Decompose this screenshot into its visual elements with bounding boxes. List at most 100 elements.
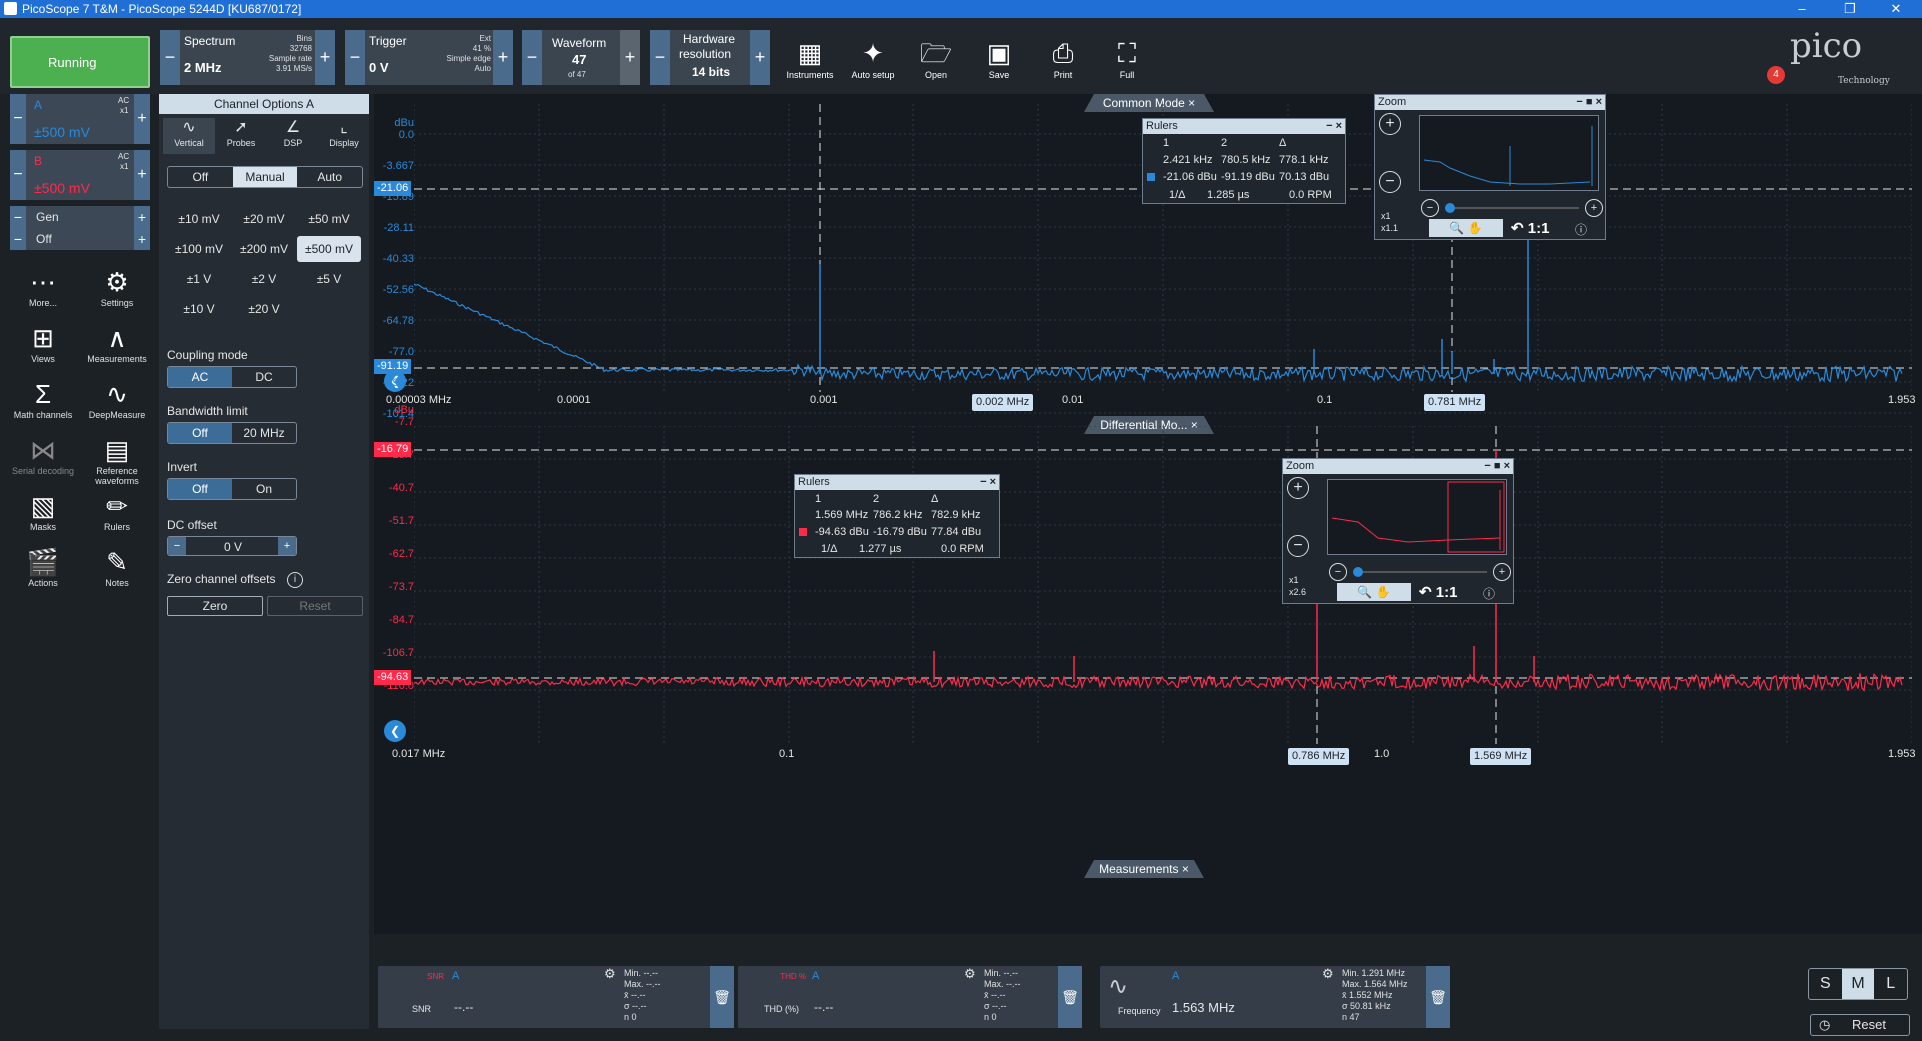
view1-ruler2-marker[interactable]: 0.781 MHz — [1424, 394, 1486, 411]
fullscreen-button[interactable]: ⛶ Full — [1097, 36, 1157, 80]
range-1v[interactable]: ±1 V — [167, 266, 231, 292]
spectrum-decrease-button[interactable]: − — [160, 30, 180, 85]
snr-settings-icon[interactable]: ⚙ — [604, 966, 616, 982]
measurements-reset-button[interactable]: ◷ Reset — [1810, 1014, 1910, 1036]
tab-dsp[interactable]: ∠ DSP — [267, 118, 319, 154]
restore-button[interactable]: ❐ — [1830, 0, 1870, 18]
zoom-overview-plot[interactable] — [1327, 479, 1507, 555]
hzoom-in-icon[interactable]: + — [1493, 563, 1511, 581]
range-20v[interactable]: ±20 V — [232, 296, 296, 322]
masks-button[interactable]: ▧ Masks — [8, 490, 78, 532]
range-10mv[interactable]: ±10 mV — [167, 206, 231, 232]
waveform-prev-button[interactable]: − — [522, 30, 542, 85]
coupling-dc[interactable]: DC — [232, 367, 296, 387]
range-5v[interactable]: ±5 V — [297, 266, 361, 292]
zoom-overview-plot[interactable] — [1419, 115, 1599, 191]
reference-waveforms-button[interactable]: ▤ Reference waveforms — [82, 434, 152, 486]
more-button[interactable]: ⋯ More... — [8, 266, 78, 308]
measurements-button[interactable]: ∧ Measurements — [82, 322, 152, 364]
measurement-snr[interactable]: SNR A SNR --.-- ⚙ Min. --.-- Max. --.-- … — [378, 966, 734, 1028]
zero-button[interactable]: Zero — [167, 596, 263, 616]
range-500mv[interactable]: ±500 mV — [297, 236, 361, 262]
measurement-thd[interactable]: THD % A THD (%) --.-- ⚙ Min. --.-- Max. … — [738, 966, 1082, 1028]
zoom-reset-icon[interactable]: ↶ 1:1 — [1419, 583, 1457, 601]
mode-auto[interactable]: Auto — [297, 167, 362, 187]
generator-increase[interactable]: + + — [134, 206, 150, 250]
serial-decoding-button[interactable]: ⋈ Serial decoding — [8, 434, 78, 476]
actions-button[interactable]: 🎬 Actions — [8, 546, 78, 588]
instruments-button[interactable]: ▦ Instruments — [780, 36, 840, 80]
dc-offset-value[interactable]: 0 V — [224, 540, 242, 554]
hzoom-slider[interactable] — [1445, 203, 1579, 213]
notes-button[interactable]: ✎ Notes — [82, 546, 152, 588]
range-200mv[interactable]: ±200 mV — [232, 236, 296, 262]
dc-offset-decrease[interactable]: − — [168, 537, 186, 555]
view2-rulers-window[interactable]: Rulers − × 1 2 Δ 1.569 MHz 786.2 kHz 782.… — [794, 474, 1000, 558]
zoom-out-icon[interactable]: − — [1379, 171, 1401, 193]
view2-ruler2-marker[interactable]: 1.569 MHz — [1470, 748, 1532, 765]
reset-offsets-button[interactable]: Reset — [267, 596, 363, 616]
size-small-button[interactable]: S — [1809, 969, 1842, 999]
tab-probes[interactable]: ➚ Probes — [215, 118, 267, 154]
zoom-close-icon[interactable]: − ■ × — [1576, 95, 1602, 110]
size-large-button[interactable]: L — [1874, 969, 1907, 999]
zoom-reset-icon[interactable]: ↶ 1:1 — [1511, 219, 1549, 237]
zoom-close-icon[interactable]: − ■ × — [1484, 459, 1510, 474]
rulers-close-icon[interactable]: − × — [1326, 119, 1342, 134]
coupling-ac[interactable]: AC — [168, 367, 232, 387]
spectrum-increase-button[interactable]: + — [315, 30, 335, 85]
open-button[interactable]: 🗁 Open — [906, 36, 966, 80]
view1-zoom-window[interactable]: Zoom − ■ × + − − + x1 x1.1 🔍 ✋ ↶ 1:1 ⓘ — [1374, 94, 1606, 240]
views-button[interactable]: ⊞ Views — [8, 322, 78, 364]
frequency-delete-icon[interactable]: 🗑 — [1426, 966, 1450, 1028]
notification-badge[interactable]: 4 — [1767, 66, 1785, 84]
range-2v[interactable]: ±2 V — [232, 266, 296, 292]
measurement-frequency[interactable]: ∿ A Frequency 1.563 MHz ⚙ Min. 1.291 MHz… — [1100, 966, 1450, 1028]
range-20mv[interactable]: ±20 mV — [232, 206, 296, 232]
bandwidth-20mhz[interactable]: 20 MHz — [232, 423, 296, 443]
trigger-increase-button[interactable]: + — [493, 30, 513, 85]
print-button[interactable]: ⎙ Print — [1033, 36, 1093, 80]
view2-zoom-window[interactable]: Zoom − ■ × + − − + x1 x2.6 🔍 ✋ ↶ 1:1 ⓘ — [1282, 458, 1514, 604]
channel-b-button[interactable]: − B ±500 mV AC x1 + — [10, 150, 150, 200]
auto-setup-button[interactable]: ✦ Auto setup — [843, 36, 903, 80]
info-icon[interactable]: i — [287, 572, 303, 588]
deepmeasure-button[interactable]: ∿ DeepMeasure — [82, 378, 152, 420]
tab-display[interactable]: ⌞ Display — [319, 118, 369, 154]
range-100mv[interactable]: ±100 mV — [167, 236, 231, 262]
thd-settings-icon[interactable]: ⚙ — [964, 966, 976, 982]
range-10v[interactable]: ±10 V — [167, 296, 231, 322]
rulers-close-icon[interactable]: − × — [980, 475, 996, 490]
mode-off[interactable]: Off — [168, 167, 233, 187]
mode-manual[interactable]: Manual — [232, 167, 298, 187]
bandwidth-off[interactable]: Off — [168, 423, 232, 443]
channel-a-increase[interactable]: + — [134, 94, 150, 144]
differential-mode-plot[interactable] — [414, 426, 1912, 852]
view1-rulers-window[interactable]: Rulers − × 1 2 Δ 2.421 kHz 780.5 kHz 778.… — [1142, 118, 1346, 204]
view1-ruler1-marker[interactable]: 0.002 MHz — [972, 394, 1034, 411]
generator-decrease[interactable]: − − — [10, 206, 26, 250]
hzoom-out-icon[interactable]: − — [1421, 199, 1439, 217]
measurements-tab[interactable]: Measurements × — [1084, 860, 1204, 878]
range-50mv[interactable]: ±50 mV — [297, 206, 361, 232]
frequency-settings-icon[interactable]: ⚙ — [1322, 966, 1334, 982]
math-channels-button[interactable]: Σ Math channels — [8, 378, 78, 420]
trigger-decrease-button[interactable]: − — [345, 30, 365, 85]
channel-b-increase[interactable]: + — [134, 150, 150, 200]
view2-ruler1-marker[interactable]: 0.786 MHz — [1288, 748, 1350, 765]
run-stop-button[interactable]: Running — [10, 36, 150, 88]
waveform-next-button[interactable]: + — [620, 30, 640, 85]
invert-on[interactable]: On — [232, 479, 296, 499]
resolution-increase-button[interactable]: + — [750, 30, 770, 85]
channel-b-decrease[interactable]: − — [10, 150, 26, 200]
channel-a-button[interactable]: − A ±500 mV AC x1 + — [10, 94, 150, 144]
generator-button[interactable]: − − Gen Off + + — [10, 206, 150, 250]
hzoom-slider[interactable] — [1353, 567, 1487, 577]
hzoom-in-icon[interactable]: + — [1585, 199, 1603, 217]
zoom-in-icon[interactable]: + — [1379, 113, 1401, 135]
settings-button[interactable]: ⚙ Settings — [82, 266, 152, 308]
snr-delete-icon[interactable]: 🗑 — [710, 966, 734, 1028]
hzoom-out-icon[interactable]: − — [1329, 563, 1347, 581]
dc-offset-increase[interactable]: + — [278, 537, 296, 555]
thd-delete-icon[interactable]: 🗑 — [1058, 966, 1082, 1028]
